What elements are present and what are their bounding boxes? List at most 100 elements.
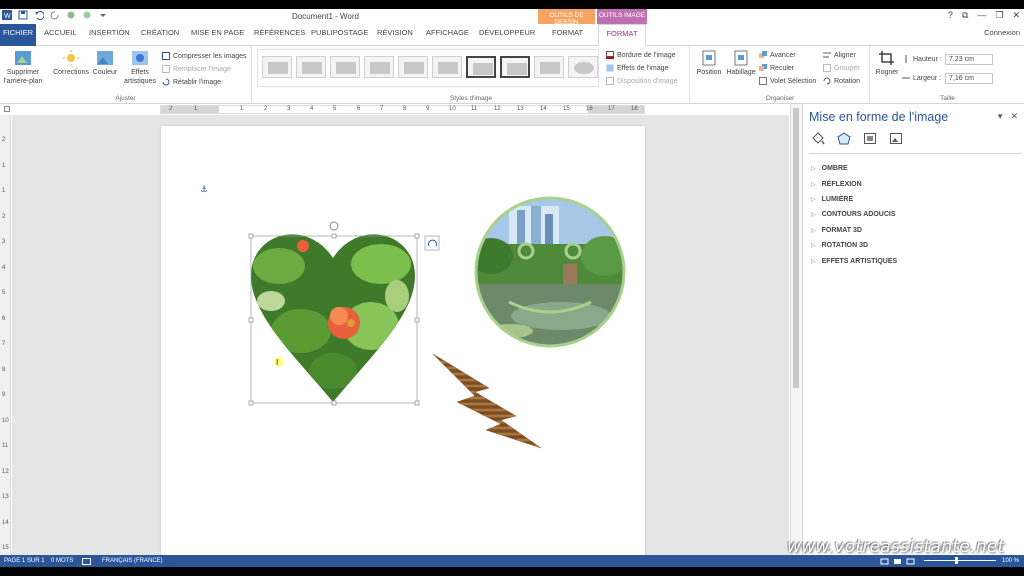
position-button[interactable]: Position [694, 50, 724, 77]
help-button[interactable]: ? [948, 10, 953, 21]
picture-style-thumbnail[interactable] [500, 56, 530, 78]
section-label: OMBRE [821, 165, 848, 173]
layout-properties-icon[interactable] [863, 132, 877, 145]
width-input[interactable]: 7,16 cm [945, 73, 993, 84]
tab-revision[interactable]: RÉVISION [377, 28, 413, 37]
vertical-scrollbar[interactable] [790, 104, 801, 567]
tab-format-draw[interactable]: FORMAT [552, 28, 583, 37]
tab-format-image[interactable]: FORMAT [598, 24, 646, 46]
width-label-wrap: Largeur : [902, 74, 941, 82]
lightning-shape[interactable] [432, 353, 542, 449]
language-indicator[interactable]: FRANÇAIS (FRANCE) [102, 558, 163, 564]
zoom-slider-thumb[interactable] [955, 557, 958, 564]
section-3d-rotation[interactable]: ▷ ROTATION 3D [811, 238, 897, 253]
picture-style-thumbnail[interactable] [432, 56, 462, 78]
wrap-text-icon [732, 50, 750, 66]
tab-developpeur[interactable]: DÉVELOPPEUR [479, 28, 535, 37]
picture-layout-button[interactable]: Disposition d'image [606, 77, 677, 85]
picture-style-thumbnail[interactable] [466, 56, 496, 78]
layout-options-icon[interactable] [424, 235, 440, 251]
redo-icon[interactable] [50, 10, 60, 20]
shape-icon[interactable] [82, 10, 92, 20]
selection-pane-button[interactable]: Volet Sélection [759, 77, 816, 85]
tab-publipostage[interactable]: PUBLIPOSTAGE [311, 28, 368, 37]
zoom-level[interactable]: 100 % [1002, 558, 1019, 564]
ribbon-display-button[interactable]: ⧉ [962, 10, 968, 21]
fill-line-icon[interactable] [811, 132, 825, 145]
document-title: Document1 - Word [292, 12, 359, 21]
page-count[interactable]: PAGE 1 SUR 1 [4, 558, 45, 564]
remove-background-button[interactable]: Supprimer l'arrière-plan [2, 50, 44, 86]
picture-style-thumbnail[interactable] [568, 56, 598, 78]
zoom-slider[interactable] [924, 560, 996, 561]
tab-affichage[interactable]: AFFICHAGE [426, 28, 469, 37]
align-button[interactable]: Aligner [823, 51, 856, 59]
picture-style-thumbnail[interactable] [534, 56, 564, 78]
group-button[interactable]: Grouper [823, 64, 860, 72]
heart-picture[interactable] [249, 222, 417, 404]
close-button[interactable]: ✕ [1012, 10, 1020, 21]
svg-text:I: I [276, 358, 278, 367]
bring-forward-button[interactable]: Avancer [759, 51, 796, 59]
crop-button[interactable]: Rogner [873, 50, 901, 77]
wrap-text-button[interactable]: Habillage [724, 50, 758, 77]
pane-close-icon[interactable]: ✕ [1010, 111, 1018, 122]
section-shadow[interactable]: ▷ OMBRE [811, 161, 897, 176]
tab-references[interactable]: RÉFÉRENCES [254, 28, 305, 37]
anchor-icon[interactable]: ⚓ [200, 185, 208, 195]
height-input[interactable]: 7,23 cm [945, 54, 993, 65]
restore-button[interactable]: ❐ [995, 10, 1003, 21]
artistic-effects-button[interactable]: Effets artistiques [119, 50, 161, 86]
picture-style-thumbnail[interactable] [330, 56, 360, 78]
compress-images-button[interactable]: Compresser les images [162, 52, 247, 60]
text-cursor-icon: I [274, 357, 284, 367]
expand-icon: ▷ [811, 166, 816, 173]
group-arrange: Position Habillage Avancer Reculer Volet… [691, 46, 870, 104]
undo-icon[interactable] [34, 10, 45, 20]
section-soft-edges[interactable]: ▷ CONTOURS ADOUCIS [811, 207, 897, 222]
send-backward-button[interactable]: Reculer [759, 64, 794, 72]
proofing-icon[interactable] [82, 558, 91, 567]
format-painter-icon[interactable] [66, 10, 76, 20]
save-icon[interactable] [18, 10, 28, 20]
tab-insertion[interactable]: INSERTION [89, 28, 130, 37]
tab-mise-en-page[interactable]: MISE EN PAGE [191, 28, 244, 37]
sign-in-link[interactable]: Connexion [984, 28, 1020, 37]
picture-effects-button[interactable]: Effets de l'image [606, 64, 668, 72]
rotate-handle-icon[interactable] [329, 221, 339, 231]
ruler-number: 2 [264, 106, 268, 112]
rotate-button[interactable]: Rotation [823, 77, 860, 85]
section-reflection[interactable]: ▷ RÉFLEXION [811, 176, 897, 191]
picture-style-thumbnail[interactable] [296, 56, 326, 78]
align-label: Aligner [834, 51, 856, 59]
picture-icon[interactable] [889, 132, 903, 145]
picture-style-thumbnail[interactable] [398, 56, 428, 78]
expand-icon: ▷ [811, 181, 816, 188]
section-artistic-effects[interactable]: ▷ EFFETS ARTISTIQUES [811, 253, 897, 268]
picture-style-thumbnail[interactable] [364, 56, 394, 78]
tab-file[interactable]: FICHIER [0, 24, 36, 46]
position-icon [700, 50, 718, 66]
tab-accueil[interactable]: ACCUEIL [44, 28, 77, 37]
tab-selector[interactable] [4, 106, 10, 112]
vertical-ruler-number: 5 [2, 290, 6, 296]
group-picture-styles: Bordure de l'image Effets de l'image Dis… [253, 46, 690, 104]
backward-label: Reculer [770, 64, 795, 72]
effects-pentagon-icon[interactable] [837, 132, 851, 145]
pane-options-icon[interactable]: ▾ [998, 111, 1003, 122]
picture-style-thumbnail[interactable] [262, 56, 292, 78]
document-page[interactable]: ⚓ I [161, 126, 645, 567]
section-3d-format[interactable]: ▷ FORMAT 3D [811, 223, 897, 238]
corrections-button[interactable]: Corrections [50, 50, 92, 77]
word-count[interactable]: 0 MOTS [51, 558, 73, 564]
tab-creation[interactable]: CRÉATION [141, 28, 179, 37]
minimize-button[interactable]: — [977, 10, 986, 21]
customize-qat-icon[interactable] [98, 10, 108, 20]
picture-border-button[interactable]: Bordure de l'image [606, 51, 676, 59]
replace-image-button[interactable]: Remplacer l'image [162, 65, 231, 73]
color-label: Couleur [92, 69, 118, 76]
scrollbar-thumb[interactable] [793, 108, 799, 388]
section-glow[interactable]: ▷ LUMIÈRE [811, 192, 897, 207]
color-button[interactable]: Couleur [90, 50, 120, 77]
reset-image-button[interactable]: Rétablir l'image [162, 78, 221, 86]
